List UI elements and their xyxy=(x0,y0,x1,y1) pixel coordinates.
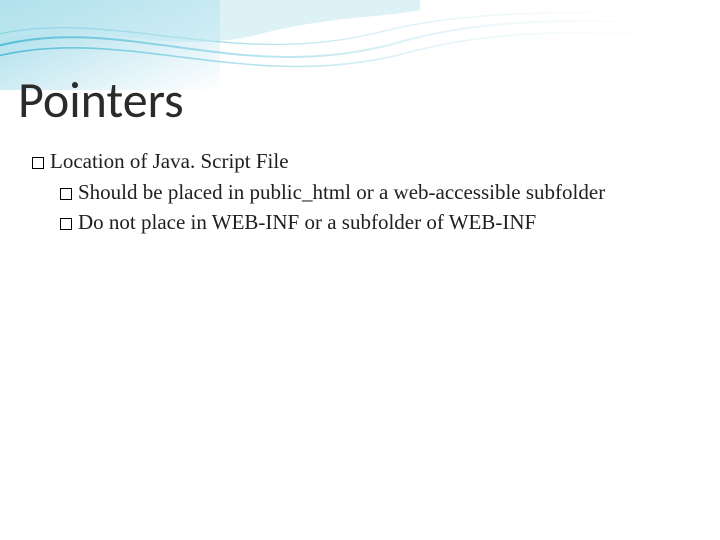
bullet-level2: Do not place in WEB-INF or a subfolder o… xyxy=(60,209,682,236)
bullet-text: Should be placed in public_html or a web… xyxy=(78,180,605,204)
slide: Pointers Location of Java. Script File S… xyxy=(0,0,720,540)
bullet-text: Location of Java. Script File xyxy=(50,149,289,173)
slide-title: Pointers xyxy=(18,70,184,131)
bullet-text: Do not place in WEB-INF or a subfolder o… xyxy=(78,210,536,234)
bullet-level2: Should be placed in public_html or a web… xyxy=(60,179,682,206)
square-bullet-icon xyxy=(32,157,44,169)
bullet-level1: Location of Java. Script File xyxy=(32,148,682,175)
square-bullet-icon xyxy=(60,188,72,200)
slide-content: Location of Java. Script File Should be … xyxy=(32,148,682,238)
square-bullet-icon xyxy=(60,218,72,230)
